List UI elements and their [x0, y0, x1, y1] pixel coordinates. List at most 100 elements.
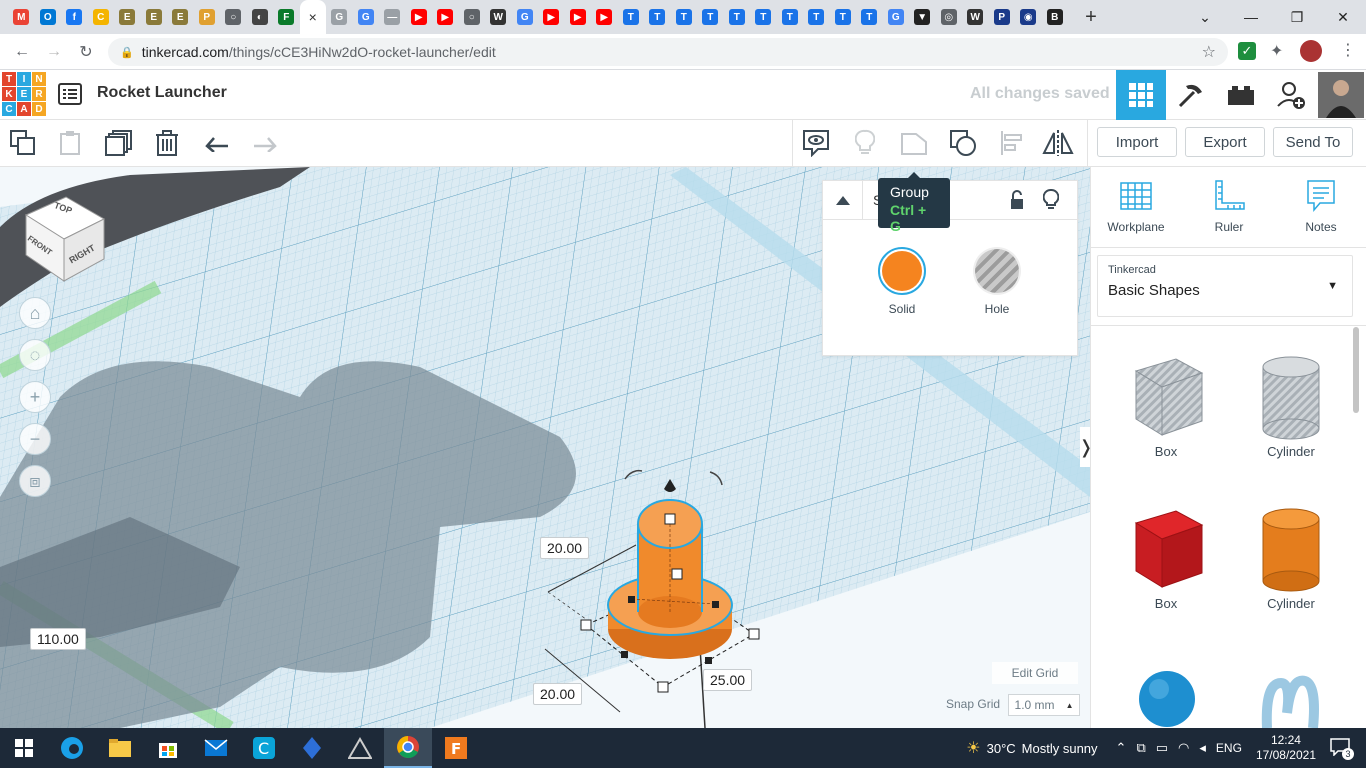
temperature[interactable]: 30°C [987, 741, 1016, 756]
battery-icon[interactable]: ▭ [1156, 740, 1168, 756]
copy-icon[interactable] [6, 126, 40, 160]
bricks-icon[interactable] [1216, 70, 1266, 120]
browser-tab[interactable]: f [61, 0, 88, 34]
notes-tool-button[interactable]: Notes [1286, 179, 1356, 234]
scrollbar-thumb[interactable] [1353, 327, 1359, 413]
browser-tab[interactable]: — [379, 0, 406, 34]
language-indicator[interactable]: ENG [1216, 741, 1242, 755]
zoom-out-icon[interactable]: − [19, 423, 51, 455]
view-cube[interactable]: TOP FRONT RIGHT [18, 189, 118, 294]
network-status-icon[interactable]: ⧉ [1136, 740, 1145, 756]
extensions-puzzle-icon[interactable]: ✦ [1270, 41, 1283, 61]
resize-handle[interactable] [671, 568, 683, 580]
resize-handle[interactable] [705, 657, 712, 664]
browser-tab[interactable]: C [88, 0, 115, 34]
browser-tab[interactable]: T [777, 0, 804, 34]
hole-button[interactable] [975, 249, 1019, 293]
design-title[interactable]: Rocket Launcher [97, 84, 227, 102]
redo-icon[interactable] [248, 126, 282, 160]
browser-tab[interactable]: ▶ [406, 0, 433, 34]
browser-tab[interactable]: P [194, 0, 221, 34]
browser-tab[interactable]: ◎ [936, 0, 963, 34]
zoom-in-icon[interactable]: + [19, 381, 51, 413]
volume-icon[interactable]: ◂ [1199, 740, 1206, 756]
browser-tab[interactable]: T [830, 0, 857, 34]
workplane-tool-button[interactable]: Workplane [1101, 179, 1171, 234]
new-tab-button[interactable]: + [1076, 6, 1106, 29]
minimize-icon[interactable]: — [1228, 9, 1274, 25]
resize-handle[interactable] [664, 513, 676, 525]
fit-view-icon[interactable]: ◌ [19, 339, 51, 371]
shape-library-select[interactable]: Tinkercad Basic Shapes ▼ [1097, 255, 1353, 317]
browser-tab[interactable]: W [962, 0, 989, 34]
notifications-icon[interactable]: 3 [1330, 738, 1354, 760]
mail-icon[interactable] [192, 728, 240, 768]
windows-start-icon[interactable] [0, 728, 48, 768]
shape-scribble[interactable] [1261, 673, 1321, 728]
browser-tab[interactable]: T [856, 0, 883, 34]
browser-tab[interactable]: ◐ [247, 0, 274, 34]
lightbulb-icon[interactable] [848, 126, 882, 160]
send-to-button[interactable]: Send To [1273, 127, 1353, 157]
back-icon[interactable]: ← [6, 43, 38, 61]
browser-tab[interactable]: T [724, 0, 751, 34]
browser-tab[interactable]: ▶ [432, 0, 459, 34]
dimension-length-label[interactable]: 20.00 [533, 683, 583, 705]
add-user-icon[interactable] [1266, 70, 1316, 120]
resize-handle[interactable] [621, 651, 628, 658]
browser-tab[interactable]: ○ [459, 0, 486, 34]
browser-tab[interactable]: ▼ [909, 0, 936, 34]
wifi-icon[interactable]: ◠ [1178, 740, 1189, 756]
browser-tab[interactable]: E [141, 0, 168, 34]
chrome-taskbar-icon[interactable] [384, 728, 432, 768]
clock[interactable]: 12:24 17/08/2021 [1256, 733, 1316, 763]
reload-icon[interactable]: ↻ [70, 42, 102, 62]
browser-tab[interactable]: W [485, 0, 512, 34]
collapse-inspector-icon[interactable] [823, 181, 863, 219]
browser-tab-active[interactable]: × [299, 0, 326, 34]
browser-tab[interactable]: F [273, 0, 300, 34]
ortho-view-icon[interactable]: ⧈ [19, 465, 51, 497]
browser-tab[interactable]: E [114, 0, 141, 34]
browser-tab[interactable]: ▶ [591, 0, 618, 34]
shape-box-hole[interactable]: Box [1111, 351, 1221, 459]
dimension-height-label[interactable]: 25.00 [703, 669, 753, 691]
tab-search-icon[interactable]: ⌄ [1182, 9, 1228, 26]
3d-design-view-button[interactable] [1116, 70, 1166, 120]
dimension-width-label[interactable]: 20.00 [540, 537, 590, 559]
browser-tab[interactable]: T [618, 0, 645, 34]
browser-tab[interactable]: G [326, 0, 353, 34]
browser-tab[interactable]: O [35, 0, 62, 34]
browser-tab[interactable]: G [353, 0, 380, 34]
close-window-icon[interactable]: ✕ [1320, 9, 1366, 26]
browser-tab[interactable]: ◉ [1015, 0, 1042, 34]
browser-tab[interactable]: B [1042, 0, 1069, 34]
delta-app-icon[interactable] [336, 728, 384, 768]
bookmark-star-icon[interactable]: ☆ [1202, 42, 1216, 62]
browser-tab[interactable]: ○ [220, 0, 247, 34]
edit-grid-button[interactable]: Edit Grid [992, 662, 1078, 684]
lightbulb-icon[interactable] [1042, 189, 1060, 216]
browser-tab[interactable]: T [671, 0, 698, 34]
shape-cylinder-orange[interactable]: Cylinder [1236, 503, 1346, 611]
resize-handle[interactable] [628, 596, 635, 603]
browser-tab[interactable]: T [697, 0, 724, 34]
resize-handle[interactable] [712, 601, 719, 608]
tray-expand-icon[interactable]: ⌃ [1116, 740, 1127, 756]
browser-menu-icon[interactable]: ⋮ [1340, 40, 1356, 60]
browser-tab[interactable]: ▶ [538, 0, 565, 34]
undo-icon[interactable] [200, 126, 234, 160]
browser-tab[interactable]: P [989, 0, 1016, 34]
arrow-app-icon[interactable] [288, 728, 336, 768]
solid-button[interactable] [878, 247, 926, 295]
c-app-icon[interactable]: C [240, 728, 288, 768]
duplicate-icon[interactable] [102, 126, 136, 160]
ruler-tool-button[interactable]: Ruler [1194, 179, 1264, 234]
align-icon[interactable] [995, 126, 1029, 160]
browser-tab[interactable]: T [644, 0, 671, 34]
forward-icon[interactable]: → [38, 43, 70, 61]
edge-icon[interactable] [48, 728, 96, 768]
collapse-panel-icon[interactable]: ❭ [1078, 427, 1090, 467]
url-bar[interactable]: 🔒 tinkercad.com/things/cCE3HiNw2dO-rocke… [108, 38, 1228, 66]
import-button[interactable]: Import [1097, 127, 1177, 157]
